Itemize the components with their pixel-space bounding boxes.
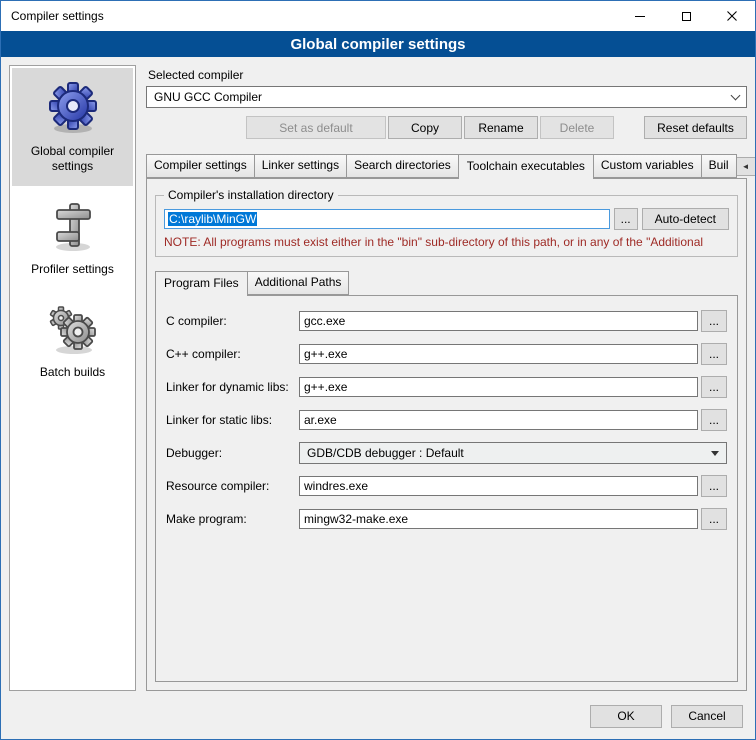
window-controls [617, 1, 755, 31]
tab-search-directories[interactable]: Search directories [346, 154, 459, 178]
set-as-default-button: Set as default [246, 116, 386, 139]
debugger-select[interactable]: GDB/CDB debugger : Default [299, 442, 727, 464]
installation-directory-group-title: Compiler's installation directory [164, 188, 338, 202]
dialog-footer: OK Cancel [1, 699, 755, 739]
program-files-panel: C compiler: gcc.exe... C++ compiler: g++.ex… [155, 295, 738, 682]
resource-compiler-label: Resource compiler: [166, 479, 296, 493]
linker-static-libs-value: ar.exe [304, 413, 337, 427]
sidebar-item-label: Global compiler settings [16, 144, 129, 174]
toolchain-executables-panel: Compiler's installation directory C:\ray… [146, 178, 747, 691]
tab-compiler-settings[interactable]: Compiler settings [146, 154, 255, 178]
resource-compiler-value: windres.exe [304, 479, 368, 493]
tab-buil[interactable]: Buil [701, 154, 737, 178]
cpp-compiler-value: g++.exe [304, 347, 347, 361]
tab-linker-settings[interactable]: Linker settings [254, 154, 347, 178]
c-compiler-label: C compiler: [166, 314, 296, 328]
tab-scroll-left-button[interactable]: ◄ [736, 157, 756, 176]
close-icon [727, 11, 737, 21]
maximize-icon [682, 12, 691, 21]
cpp-compiler-browse-button[interactable]: ... [701, 343, 727, 365]
cpp-compiler-input[interactable]: g++.exe [299, 344, 698, 364]
selected-compiler-dropdown[interactable]: GNU GCC Compiler [146, 86, 747, 108]
linker-dynamic-libs-browse-button[interactable]: ... [701, 376, 727, 398]
resource-compiler-browse-button[interactable]: ... [701, 475, 727, 497]
installation-directory-input[interactable]: C:\raylib\MinGW [164, 209, 610, 229]
program-files-subtabs: Program FilesAdditional Paths [155, 271, 738, 295]
close-button[interactable] [709, 1, 755, 31]
subtab-program-files[interactable]: Program Files [155, 271, 248, 296]
tab-custom-variables[interactable]: Custom variables [593, 154, 702, 178]
browse-directory-button[interactable]: ... [614, 208, 638, 230]
tab-toolchain-executables[interactable]: Toolchain executables [458, 154, 594, 179]
bin-subdirectory-note: NOTE: All programs must exist either in … [164, 235, 729, 249]
toolchain-field-row: Linker for static libs: ar.exe... [166, 409, 727, 431]
linker-dynamic-libs-label: Linker for dynamic libs: [166, 380, 296, 394]
minimize-icon [635, 16, 645, 17]
compiler-settings-window: Compiler settings Global compiler settin… [0, 0, 756, 740]
settings-tabs: Compiler settingsLinker settingsSearch d… [146, 154, 736, 178]
settings-category-list: Global compiler settings Profiler settin… [9, 65, 136, 691]
installation-directory-group: Compiler's installation directory C:\ray… [155, 195, 738, 257]
rename-button[interactable]: Rename [464, 116, 538, 139]
dropdown-arrow-icon [711, 451, 719, 456]
make-program-input[interactable]: mingw32-make.exe [299, 509, 698, 529]
make-program-browse-button[interactable]: ... [701, 508, 727, 530]
sidebar-item-batch-builds[interactable]: Batch builds [12, 289, 133, 392]
left-arrow-icon: ◄ [742, 162, 750, 171]
sidebar-item-label: Profiler settings [31, 262, 114, 277]
cpp-compiler-label: C++ compiler: [166, 347, 296, 361]
linker-static-libs-browse-button[interactable]: ... [701, 409, 727, 431]
make-program-value: mingw32-make.exe [304, 512, 408, 526]
dialog-header-title: Global compiler settings [1, 31, 755, 57]
toolchain-field-row: C compiler: gcc.exe... [166, 310, 727, 332]
selected-compiler-label: Selected compiler [148, 68, 747, 82]
minimize-button[interactable] [617, 1, 663, 31]
copy-button[interactable]: Copy [388, 116, 462, 139]
reset-defaults-button[interactable]: Reset defaults [644, 116, 747, 139]
installation-directory-value: C:\raylib\MinGW [168, 212, 257, 226]
linker-static-libs-label: Linker for static libs: [166, 413, 296, 427]
debugger-label: Debugger: [166, 446, 296, 460]
settings-tabstrip: Compiler settingsLinker settingsSearch d… [146, 154, 747, 178]
global-compiler-gear-icon [46, 81, 100, 135]
sidebar-item-profiler-settings[interactable]: Profiler settings [12, 186, 133, 289]
window-title: Compiler settings [1, 9, 104, 23]
chevron-down-icon [731, 90, 741, 100]
c-compiler-input[interactable]: gcc.exe [299, 311, 698, 331]
main-panel: Selected compiler GNU GCC Compiler Set a… [146, 65, 747, 691]
titlebar: Compiler settings [1, 1, 755, 31]
delete-button: Delete [540, 116, 614, 139]
linker-dynamic-libs-value: g++.exe [304, 380, 347, 394]
sidebar-item-label: Batch builds [40, 365, 105, 380]
resource-compiler-input[interactable]: windres.exe [299, 476, 698, 496]
cancel-button[interactable]: Cancel [671, 705, 743, 728]
toolchain-field-row: Make program: mingw32-make.exe... [166, 508, 727, 530]
toolchain-field-row: Debugger: GDB/CDB debugger : Default [166, 442, 727, 464]
selected-compiler-value: GNU GCC Compiler [154, 90, 262, 104]
installation-directory-row: C:\raylib\MinGW ... Auto-detect [164, 208, 729, 230]
batch-builds-gears-icon [46, 302, 100, 356]
debugger-value: GDB/CDB debugger : Default [307, 446, 464, 460]
toolchain-field-row: Linker for dynamic libs: g++.exe... [166, 376, 727, 398]
c-compiler-value: gcc.exe [304, 314, 345, 328]
toolchain-field-row: C++ compiler: g++.exe... [166, 343, 727, 365]
sidebar-item-global-compiler-settings[interactable]: Global compiler settings [12, 68, 133, 186]
maximize-button[interactable] [663, 1, 709, 31]
auto-detect-button[interactable]: Auto-detect [642, 208, 729, 230]
profiler-tool-icon [46, 199, 100, 253]
tab-scroll-controls: ◄ ► [736, 157, 756, 176]
subtab-additional-paths[interactable]: Additional Paths [247, 271, 350, 295]
linker-static-libs-input[interactable]: ar.exe [299, 410, 698, 430]
linker-dynamic-libs-input[interactable]: g++.exe [299, 377, 698, 397]
compiler-button-row: Set as default Copy Rename Delete Reset … [146, 116, 747, 139]
toolchain-field-row: Resource compiler: windres.exe... [166, 475, 727, 497]
dialog-body: Global compiler settings Profiler settin… [1, 57, 755, 699]
c-compiler-browse-button[interactable]: ... [701, 310, 727, 332]
make-program-label: Make program: [166, 512, 296, 526]
ok-button[interactable]: OK [590, 705, 662, 728]
